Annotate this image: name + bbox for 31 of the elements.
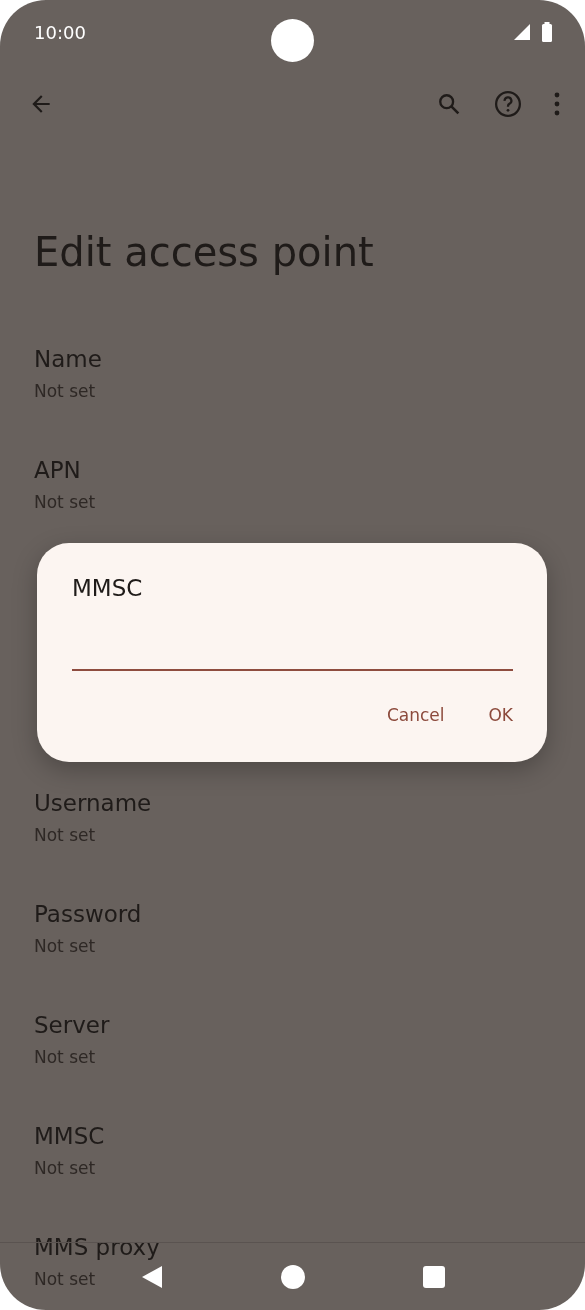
setting-value: Not set (34, 1046, 96, 1069)
setting-label: APN (34, 456, 81, 485)
setting-value: Not set (34, 1157, 96, 1180)
recents-icon[interactable] (422, 1265, 445, 1288)
more-options-icon (553, 91, 561, 117)
help-icon (493, 89, 523, 119)
setting-value: Not set (34, 380, 96, 403)
setting-value: Not set (34, 824, 96, 847)
home-icon[interactable] (280, 1264, 305, 1289)
setting-item[interactable]: MMSC Not set (0, 1120, 585, 1231)
setting-label: Server (34, 1011, 110, 1040)
camera-cutout (271, 19, 314, 62)
setting-value: Not set (34, 1268, 96, 1291)
dialog-button[interactable]: Cancel (368, 697, 463, 733)
dialog-button[interactable]: OK (470, 697, 531, 733)
signal-icon (513, 23, 531, 41)
setting-label: Name (34, 345, 102, 374)
page-title: Edit access point (34, 228, 375, 277)
setting-value: Not set (34, 491, 96, 514)
setting-label: MMSC (34, 1122, 105, 1151)
setting-label: Username (34, 789, 152, 818)
setting-item[interactable]: Password Not set (0, 898, 585, 1009)
setting-item[interactable]: Name Not set (0, 343, 585, 454)
setting-item[interactable]: Server Not set (0, 1009, 585, 1120)
dialog-title: MMSC (72, 574, 144, 603)
setting-item[interactable]: Username Not set (0, 787, 585, 898)
setting-value: Not set (34, 935, 96, 958)
back-icon[interactable] (140, 1264, 163, 1289)
status-time: 10:00 (34, 21, 86, 43)
setting-label: Password (34, 900, 142, 929)
battery-icon (541, 22, 553, 42)
